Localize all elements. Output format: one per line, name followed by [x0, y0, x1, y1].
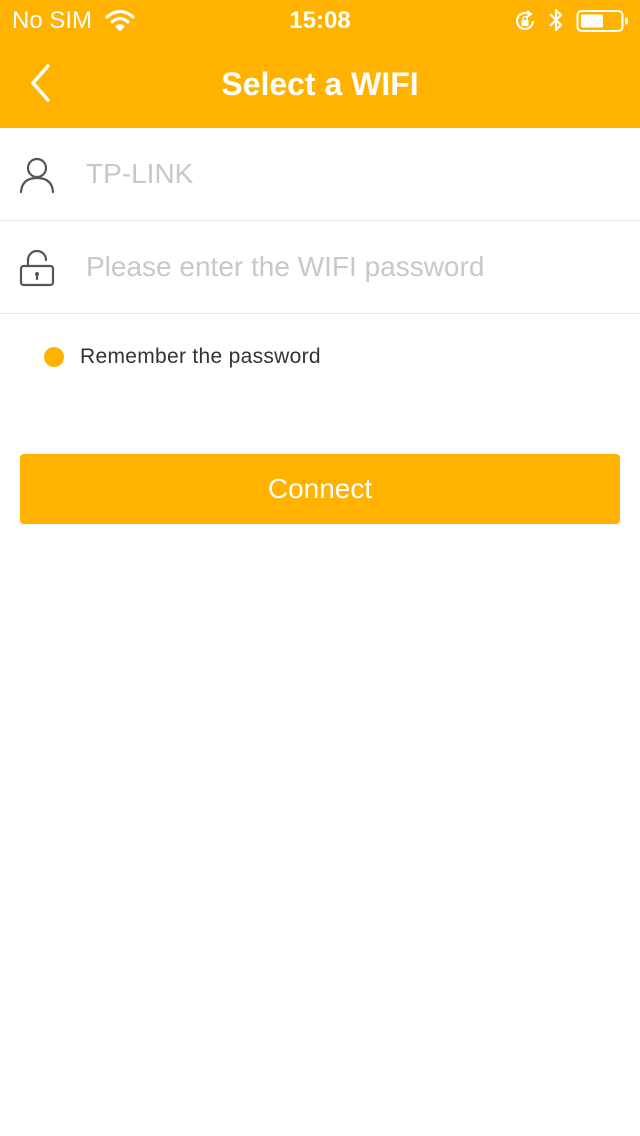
wifi-setup-screen: No SIM 15:08 Select a WIFI TP-LINK Remem… — [0, 0, 640, 1136]
navigation-bar: Select a WIFI — [0, 40, 640, 128]
ssid-input[interactable] — [86, 154, 606, 194]
page-title: Select a WIFI — [221, 66, 419, 102]
clock: 15:08 — [289, 7, 351, 34]
battery-icon — [576, 10, 628, 32]
user-icon — [19, 157, 55, 194]
remember-password-toggle[interactable]: Remember the password — [40, 340, 321, 374]
rotation-lock-icon — [515, 10, 535, 30]
connect-button[interactable]: Connect — [20, 454, 620, 524]
password-input[interactable] — [86, 247, 606, 287]
radio-selected-icon — [44, 347, 64, 367]
lock-icon — [19, 249, 55, 287]
bluetooth-icon — [549, 8, 563, 32]
remember-password-label: Remember the password — [80, 345, 321, 368]
app-header: No SIM 15:08 Select a WIFI — [0, 0, 640, 128]
ssid-row — [0, 128, 640, 221]
status-bar: No SIM 15:08 — [0, 0, 640, 40]
password-row — [0, 221, 640, 314]
